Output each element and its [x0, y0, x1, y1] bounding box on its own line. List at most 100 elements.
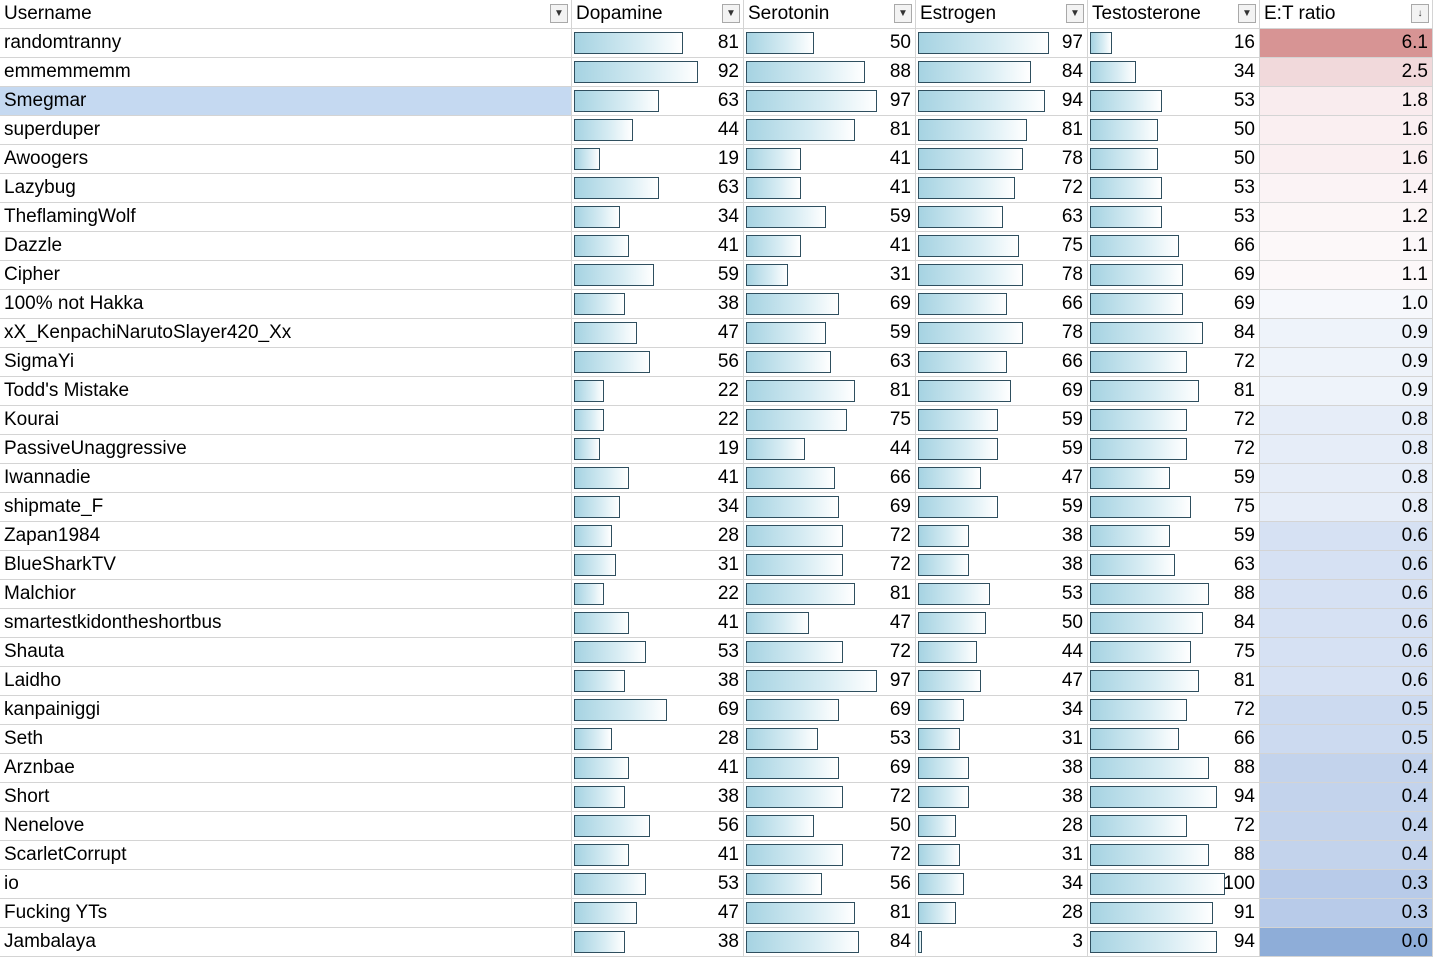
testosterone-cell[interactable]: 34 [1088, 58, 1260, 87]
serotonin-cell[interactable]: 81 [744, 377, 916, 406]
username-cell[interactable]: 100% not Hakka [0, 290, 572, 319]
serotonin-cell[interactable]: 59 [744, 203, 916, 232]
ratio-cell[interactable]: 1.8 [1260, 87, 1433, 116]
serotonin-cell[interactable]: 72 [744, 638, 916, 667]
estrogen-cell[interactable]: 28 [916, 899, 1088, 928]
username-cell[interactable]: Kourai [0, 406, 572, 435]
serotonin-cell[interactable]: 69 [744, 493, 916, 522]
dopamine-cell[interactable]: 41 [572, 464, 744, 493]
estrogen-cell[interactable]: 47 [916, 464, 1088, 493]
testosterone-cell[interactable]: 72 [1088, 348, 1260, 377]
dopamine-cell[interactable]: 63 [572, 87, 744, 116]
table-row[interactable]: Zapan1984 28 72 38 59 0.6 [0, 522, 1433, 551]
serotonin-cell[interactable]: 41 [744, 232, 916, 261]
estrogen-cell[interactable]: 63 [916, 203, 1088, 232]
estrogen-cell[interactable]: 69 [916, 377, 1088, 406]
dopamine-cell[interactable]: 47 [572, 899, 744, 928]
ratio-cell[interactable]: 1.6 [1260, 145, 1433, 174]
testosterone-cell[interactable]: 84 [1088, 319, 1260, 348]
testosterone-cell[interactable]: 81 [1088, 667, 1260, 696]
dopamine-cell[interactable]: 22 [572, 580, 744, 609]
estrogen-cell[interactable]: 59 [916, 406, 1088, 435]
header-ratio[interactable]: E:T ratio ↓ [1260, 0, 1433, 29]
ratio-cell[interactable]: 0.4 [1260, 754, 1433, 783]
header-serotonin[interactable]: Serotonin ▼ [744, 0, 916, 29]
estrogen-cell[interactable]: 28 [916, 812, 1088, 841]
ratio-cell[interactable]: 0.6 [1260, 522, 1433, 551]
username-cell[interactable]: io [0, 870, 572, 899]
ratio-cell[interactable]: 0.5 [1260, 725, 1433, 754]
ratio-cell[interactable]: 0.9 [1260, 377, 1433, 406]
header-estrogen[interactable]: Estrogen ▼ [916, 0, 1088, 29]
dopamine-cell[interactable]: 28 [572, 522, 744, 551]
serotonin-cell[interactable]: 88 [744, 58, 916, 87]
testosterone-cell[interactable]: 50 [1088, 116, 1260, 145]
username-cell[interactable]: randomtranny [0, 29, 572, 58]
ratio-cell[interactable]: 0.6 [1260, 667, 1433, 696]
table-row[interactable]: TheflamingWolf 34 59 63 53 1.2 [0, 203, 1433, 232]
table-row[interactable]: Cipher 59 31 78 69 1.1 [0, 261, 1433, 290]
dopamine-cell[interactable]: 41 [572, 841, 744, 870]
testosterone-cell[interactable]: 16 [1088, 29, 1260, 58]
username-cell[interactable]: Malchior [0, 580, 572, 609]
dopamine-cell[interactable]: 38 [572, 290, 744, 319]
estrogen-cell[interactable]: 75 [916, 232, 1088, 261]
header-username[interactable]: Username ▼ [0, 0, 572, 29]
estrogen-cell[interactable]: 59 [916, 493, 1088, 522]
dopamine-cell[interactable]: 41 [572, 609, 744, 638]
username-cell[interactable]: Short [0, 783, 572, 812]
ratio-cell[interactable]: 0.5 [1260, 696, 1433, 725]
dopamine-cell[interactable]: 22 [572, 377, 744, 406]
estrogen-cell[interactable]: 34 [916, 696, 1088, 725]
table-row[interactable]: Short 38 72 38 94 0.4 [0, 783, 1433, 812]
table-row[interactable]: shipmate_F 34 69 59 75 0.8 [0, 493, 1433, 522]
dopamine-cell[interactable]: 53 [572, 638, 744, 667]
testosterone-cell[interactable]: 69 [1088, 261, 1260, 290]
serotonin-cell[interactable]: 41 [744, 145, 916, 174]
table-row[interactable]: smartestkidontheshortbus 41 47 50 84 0.6 [0, 609, 1433, 638]
ratio-cell[interactable]: 0.6 [1260, 551, 1433, 580]
username-cell[interactable]: superduper [0, 116, 572, 145]
testosterone-cell[interactable]: 94 [1088, 783, 1260, 812]
table-row[interactable]: io 53 56 34 100 0.3 [0, 870, 1433, 899]
dopamine-cell[interactable]: 56 [572, 812, 744, 841]
dropdown-arrow-icon[interactable]: ▼ [894, 4, 912, 23]
testosterone-cell[interactable]: 59 [1088, 522, 1260, 551]
username-cell[interactable]: emmemmemm [0, 58, 572, 87]
serotonin-cell[interactable]: 72 [744, 522, 916, 551]
table-row[interactable]: PassiveUnaggressive 19 44 59 72 0.8 [0, 435, 1433, 464]
table-row[interactable]: ScarletCorrupt 41 72 31 88 0.4 [0, 841, 1433, 870]
serotonin-cell[interactable]: 53 [744, 725, 916, 754]
serotonin-cell[interactable]: 69 [744, 754, 916, 783]
ratio-cell[interactable]: 0.4 [1260, 841, 1433, 870]
testosterone-cell[interactable]: 100 [1088, 870, 1260, 899]
ratio-cell[interactable]: 6.1 [1260, 29, 1433, 58]
testosterone-cell[interactable]: 69 [1088, 290, 1260, 319]
table-row[interactable]: superduper 44 81 81 50 1.6 [0, 116, 1433, 145]
serotonin-cell[interactable]: 97 [744, 667, 916, 696]
table-row[interactable]: Seth 28 53 31 66 0.5 [0, 725, 1433, 754]
serotonin-cell[interactable]: 41 [744, 174, 916, 203]
testosterone-cell[interactable]: 72 [1088, 812, 1260, 841]
testosterone-cell[interactable]: 50 [1088, 145, 1260, 174]
testosterone-cell[interactable]: 88 [1088, 754, 1260, 783]
testosterone-cell[interactable]: 66 [1088, 725, 1260, 754]
dopamine-cell[interactable]: 22 [572, 406, 744, 435]
table-row[interactable]: Lazybug 63 41 72 53 1.4 [0, 174, 1433, 203]
username-cell[interactable]: Cipher [0, 261, 572, 290]
estrogen-cell[interactable]: 3 [916, 928, 1088, 957]
testosterone-cell[interactable]: 72 [1088, 406, 1260, 435]
serotonin-cell[interactable]: 50 [744, 812, 916, 841]
username-cell[interactable]: Fucking YTs [0, 899, 572, 928]
dopamine-cell[interactable]: 38 [572, 783, 744, 812]
estrogen-cell[interactable]: 78 [916, 319, 1088, 348]
table-row[interactable]: xX_KenpachiNarutoSlayer420_Xx 47 59 78 84 0.9 [0, 319, 1433, 348]
dopamine-cell[interactable]: 19 [572, 145, 744, 174]
estrogen-cell[interactable]: 44 [916, 638, 1088, 667]
username-cell[interactable]: BlueSharkTV [0, 551, 572, 580]
ratio-cell[interactable]: 0.8 [1260, 493, 1433, 522]
serotonin-cell[interactable]: 75 [744, 406, 916, 435]
table-row[interactable]: kanpainiggi 69 69 34 72 0.5 [0, 696, 1433, 725]
testosterone-cell[interactable]: 63 [1088, 551, 1260, 580]
username-cell[interactable]: shipmate_F [0, 493, 572, 522]
